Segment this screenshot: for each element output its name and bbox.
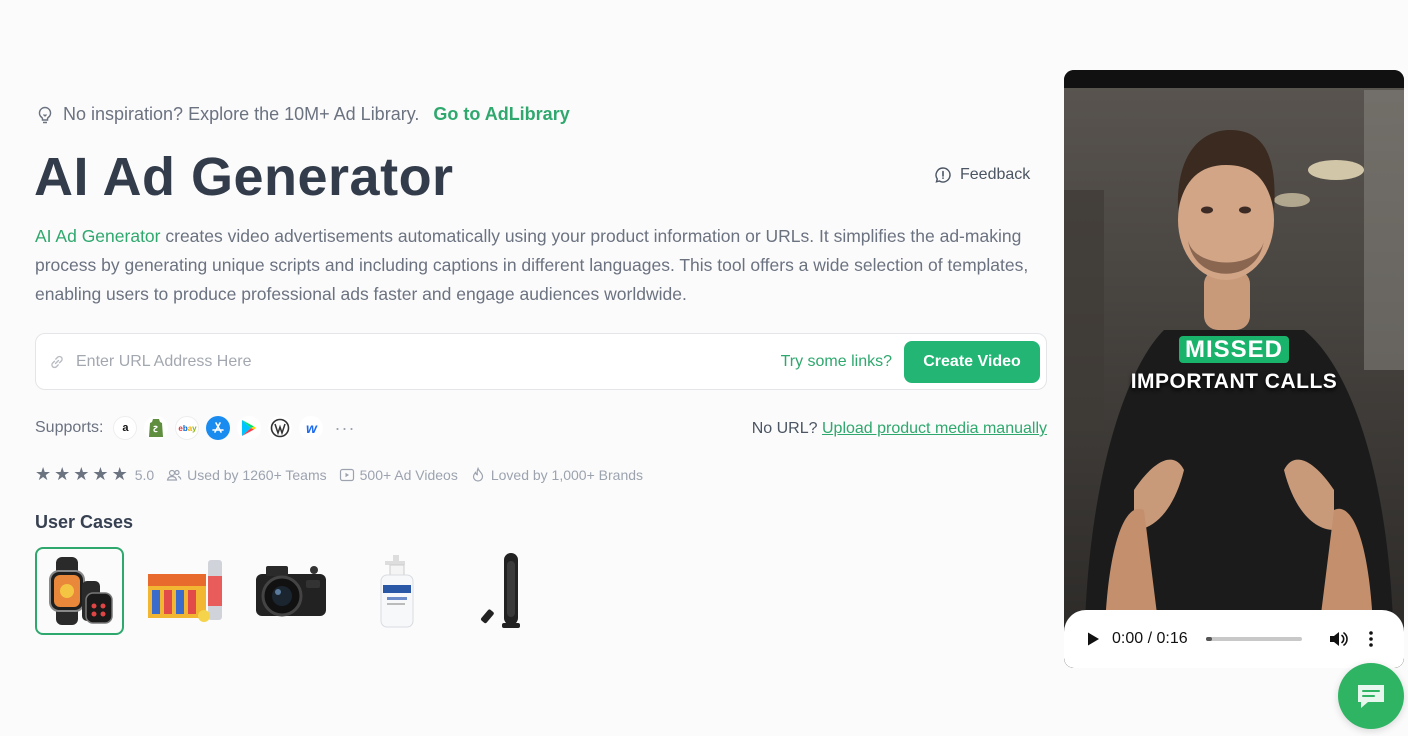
brands-stat: Loved by 1,000+ Brands [470,466,644,483]
case-energy-drink[interactable] [141,547,230,635]
caption-highlight-text: MISSED [1178,336,1289,363]
description-highlight[interactable]: AI Ad Generator [35,226,161,246]
page: No inspiration? Explore the 10M+ Ad Libr… [0,0,1408,736]
camera-image [255,566,326,617]
volume-icon[interactable] [1328,630,1348,648]
star-icon: ★ [92,464,109,484]
upload-media-link[interactable]: Upload product media manually [822,420,1047,437]
video-progress-fill [1205,637,1212,641]
videos-stat: 500+ Ad Videos [339,467,458,483]
wordpress-icon [268,416,293,440]
ebay-icon: ebay [175,416,200,440]
google-play-icon [237,416,262,440]
url-input[interactable] [76,352,781,371]
tower-fan-image [480,553,520,628]
tip-text: No inspiration? Explore the 10M+ Ad Libr… [63,104,420,124]
user-cases-list [35,547,565,635]
amazon-icon: a [113,416,138,440]
video-frame [1064,70,1404,668]
more-platforms-icon[interactable]: ··· [334,418,355,439]
star-icon: ★ [111,464,128,484]
ad-library-tip: No inspiration? Explore the 10M+ Ad Libr… [35,104,570,125]
videos-text: 500+ Ad Videos [359,466,458,483]
play-icon[interactable] [1086,631,1100,647]
teams-stat: Used by 1260+ Teams [166,466,327,483]
star-icon: ★ [73,464,90,484]
video-player[interactable]: MISSED IMPORTANT CALLS 0:00 / 0:16 [1064,70,1404,668]
app-store-icon [206,416,231,440]
flame-icon [472,466,483,482]
lotion-image [380,555,413,628]
chat-icon [1358,685,1384,708]
lightbulb-icon [38,106,52,123]
case-smartwatch[interactable] [35,547,124,635]
users-icon [166,469,182,481]
no-url-note: No URL? Upload product media manually [752,420,1047,438]
wix-icon: w [299,416,324,440]
stats-row: ★ ★ ★ ★ ★ 5.0 Used by 1260+ Teams 500+ A… [35,464,655,485]
case-tower-fan[interactable] [459,547,548,635]
energy-drink-image [147,560,222,622]
video-icon [339,468,354,481]
no-url-prefix: No URL? [751,420,818,437]
feedback-label: Feedback [960,166,1031,183]
video-progress-bar[interactable] [1205,637,1302,641]
caption-line-2: IMPORTANT CALLS [1130,370,1338,393]
description-text: creates video advertisements automatical… [35,226,1029,304]
supported-platforms: Supports: a ebay w ··· [35,416,355,440]
supports-label: Supports: [35,419,104,436]
case-camera[interactable] [247,547,336,635]
link-icon [51,355,63,368]
page-title: AI Ad Generator [34,147,454,207]
teams-text: Used by 1260+ Teams [187,466,327,483]
rating-value: 5.0 [134,466,155,483]
caption-highlight: MISSED [1064,336,1404,364]
smartwatch-image [48,557,113,625]
star-icon: ★ [35,464,52,484]
shopify-icon [144,416,169,440]
user-cases-title: User Cases [35,512,134,532]
try-some-links-button[interactable]: Try some links? [781,353,892,371]
video-time: 0:00 / 0:16 [1112,630,1188,647]
description: AI Ad Generator creates video advertisem… [35,222,1035,309]
url-input-box: Try some links? Create Video [35,333,1047,390]
create-video-button[interactable]: Create Video [904,340,1040,383]
case-lotion[interactable] [353,547,442,635]
brands-text: Loved by 1,000+ Brands [490,466,644,483]
feedback-icon [935,167,951,183]
video-controls: 0:00 / 0:16 [1064,610,1404,668]
go-to-adlibrary-link[interactable]: Go to AdLibrary [433,104,569,125]
star-icon: ★ [54,464,71,484]
more-options-icon[interactable] [1368,630,1374,648]
feedback-button[interactable]: Feedback [934,166,1030,184]
chat-button[interactable] [1338,663,1404,729]
